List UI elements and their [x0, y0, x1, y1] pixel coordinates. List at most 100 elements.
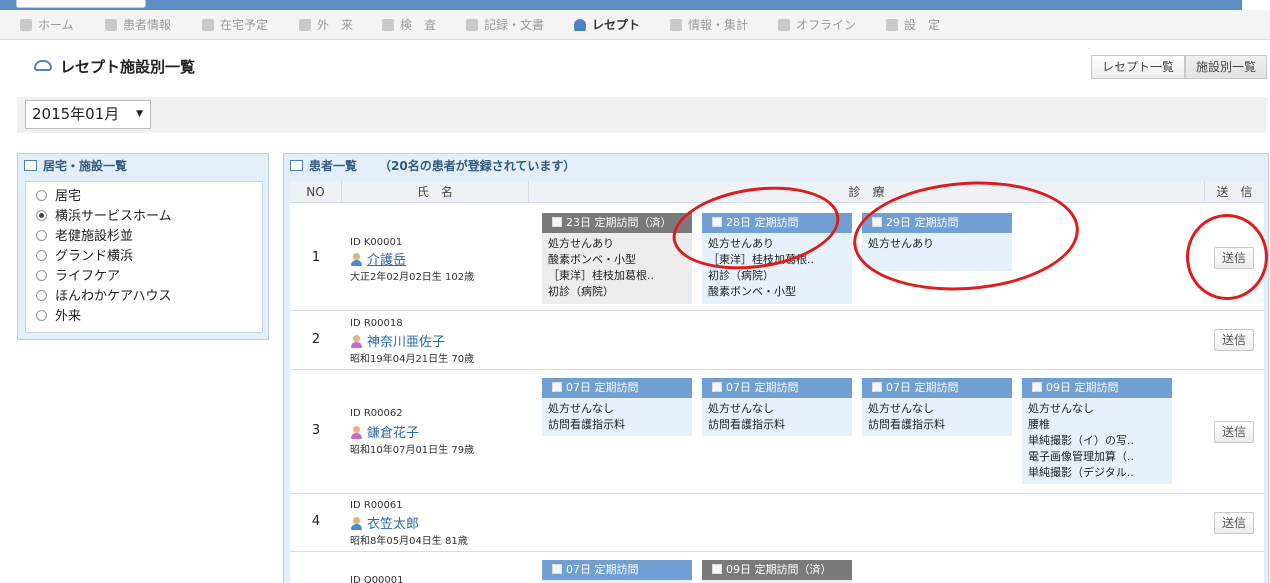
- patient-dob: 昭和10年07月01日生 79歳: [350, 445, 475, 456]
- radio-button[interactable]: [36, 190, 47, 201]
- top-right-box[interactable]: [1242, 0, 1270, 10]
- visit-card-header: 07日 定期訪問: [862, 378, 1012, 398]
- radio-button[interactable]: [36, 270, 47, 281]
- radio-button[interactable]: [36, 230, 47, 241]
- checkbox[interactable]: [552, 382, 562, 392]
- checkbox[interactable]: [552, 217, 562, 227]
- patient-icon: [105, 19, 117, 31]
- nav-patient-info[interactable]: 患者情報: [105, 10, 171, 40]
- visit-card[interactable]: 09日 定期訪問（済）: [702, 560, 852, 583]
- test-icon: [382, 19, 394, 31]
- send-button[interactable]: 送信: [1214, 421, 1254, 443]
- nav-home-schedule[interactable]: 在宅予定: [202, 10, 268, 40]
- facility-item[interactable]: 外来: [26, 307, 262, 327]
- nav-offline[interactable]: オフライン: [778, 10, 856, 40]
- visit-card[interactable]: 23日 定期訪問（済） 処方せんあり 酸素ボンベ・小型 ［東洋］桂枝加葛根.. …: [542, 213, 692, 304]
- send-button[interactable]: 送信: [1214, 329, 1254, 351]
- checkbox[interactable]: [712, 382, 722, 392]
- nav-settings[interactable]: 設 定: [886, 10, 940, 40]
- checkbox[interactable]: [1032, 382, 1042, 392]
- patient-avatar-icon: [350, 426, 363, 439]
- facility-item[interactable]: 横浜サービスホーム: [26, 207, 262, 227]
- caret-down-icon: ▼: [136, 109, 143, 119]
- patient-avatar-icon: [350, 335, 363, 348]
- table-row: ID Q00001 07日 定期訪問 09日 定期訪問（済）: [290, 553, 1264, 583]
- list-icon: [24, 160, 37, 171]
- nav-test[interactable]: 検 査: [382, 10, 436, 40]
- table-row: 3 ID R00062 鎌倉花子 昭和10年07月01日生 79歳 07日 定期…: [290, 371, 1264, 494]
- facility-item[interactable]: グランド横浜: [26, 247, 262, 267]
- offline-icon: [778, 19, 790, 31]
- home-icon: [20, 19, 32, 31]
- patient-name-link[interactable]: 神奈川亜佐子: [350, 331, 445, 350]
- checkbox[interactable]: [712, 564, 722, 574]
- list-icon: [290, 160, 303, 171]
- receipt-icon: [574, 19, 586, 31]
- receipt-list-button[interactable]: レセプト一覧: [1090, 55, 1185, 79]
- visit-card[interactable]: 07日 定期訪問 処方せんなし 訪問看護指示料: [862, 378, 1012, 436]
- annotation-circle: [1186, 214, 1268, 300]
- visit-card-header: 09日 定期訪問（済）: [702, 560, 852, 580]
- facility-list-button[interactable]: 施設別一覧: [1184, 55, 1267, 79]
- patient-name-link[interactable]: 介護岳: [350, 249, 406, 268]
- visit-card-header: 07日 定期訪問: [542, 378, 692, 398]
- radio-button[interactable]: [36, 250, 47, 261]
- patient-id: ID Q00001: [350, 575, 404, 583]
- outpatient-icon: [299, 19, 311, 31]
- facility-panel: 居宅・施設一覧 居宅 横浜サービスホーム 老健施設杉並 グランド横浜 ライフケア…: [17, 153, 269, 340]
- nav-outpatient[interactable]: 外 来: [299, 10, 353, 40]
- facility-item[interactable]: 老健施設杉並: [26, 227, 262, 247]
- facility-item[interactable]: ライフケア: [26, 267, 262, 287]
- month-bar: 2015年01月 ▼: [17, 97, 1267, 133]
- visit-card-body: 処方せんなし 訪問看護指示料: [548, 402, 625, 431]
- main-nav: ホーム 患者情報 在宅予定 外 来 検 査 記録・文書 レセプト 情報・集計 オ…: [0, 10, 1270, 40]
- visit-card-header: 23日 定期訪問（済）: [542, 213, 692, 233]
- patient-dob: 大正2年02月02日生 102歳: [350, 272, 475, 283]
- patient-id: ID R00061: [350, 500, 403, 511]
- visit-card[interactable]: 07日 定期訪問: [542, 560, 692, 583]
- monitor-icon: [670, 19, 682, 31]
- visit-card[interactable]: 09日 定期訪問 処方せんなし 腰椎 単純撮影（イ）の写.. 電子画像管理加算（…: [1022, 378, 1172, 484]
- patient-name-link[interactable]: 衣笠太郎: [350, 513, 419, 532]
- checkbox[interactable]: [872, 382, 882, 392]
- visit-card[interactable]: 07日 定期訪問 処方せんなし 訪問看護指示料: [702, 378, 852, 436]
- row-no: 3: [311, 423, 321, 438]
- row-no: 1: [311, 250, 321, 265]
- patient-panel-header: 患者一覧 （20名の患者が登録されています）: [284, 154, 1268, 180]
- settings-icon: [886, 19, 898, 31]
- facility-panel-header: 居宅・施設一覧: [18, 154, 268, 180]
- clock-icon: [202, 19, 214, 31]
- top-search-box[interactable]: [16, 0, 146, 8]
- nav-records[interactable]: 記録・文書: [466, 10, 544, 40]
- facility-list: 居宅 横浜サービスホーム 老健施設杉並 グランド横浜 ライフケア ほんわかケアハ…: [25, 181, 263, 333]
- month-select[interactable]: 2015年01月 ▼: [25, 100, 151, 129]
- patient-dob: 昭和8年05月04日生 81歳: [350, 536, 468, 547]
- visit-card-header: 07日 定期訪問: [702, 378, 852, 398]
- row-no: 2: [311, 332, 321, 347]
- patient-id: ID R00062: [350, 408, 403, 419]
- visit-card-header: 09日 定期訪問: [1022, 378, 1172, 398]
- nav-home[interactable]: ホーム: [20, 10, 74, 40]
- col-treatment: 診 療: [529, 181, 1205, 203]
- visit-card-body: 処方せんあり 酸素ボンベ・小型 ［東洋］桂枝加葛根.. 初診（病院）: [548, 237, 654, 298]
- checkbox[interactable]: [552, 564, 562, 574]
- facility-item[interactable]: 居宅: [26, 187, 262, 207]
- radio-button[interactable]: [36, 290, 47, 301]
- row-no: 4: [311, 514, 321, 529]
- send-button[interactable]: 送信: [1214, 512, 1254, 534]
- facility-item[interactable]: ほんわかケアハウス: [26, 287, 262, 307]
- page-title: レセプト施設別一覧: [34, 56, 195, 77]
- radio-button[interactable]: [36, 310, 47, 321]
- patient-name-link[interactable]: 鎌倉花子: [350, 422, 419, 441]
- document-icon: [466, 19, 478, 31]
- patient-avatar-icon: [350, 253, 363, 266]
- table-row: 4 ID R00061 衣笠太郎 昭和8年05月04日生 81歳 送信: [290, 495, 1264, 552]
- top-header-bar: [0, 0, 1270, 10]
- nav-info-stats[interactable]: 情報・集計: [670, 10, 748, 40]
- col-no: NO: [290, 181, 342, 203]
- visit-card[interactable]: 07日 定期訪問 処方せんなし 訪問看護指示料: [542, 378, 692, 436]
- visit-card-body: 処方せんなし 腰椎 単純撮影（イ）の写.. 電子画像管理加算（.. 単純撮影（デ…: [1028, 402, 1134, 479]
- col-name: 氏 名: [342, 181, 529, 203]
- nav-receipt[interactable]: レセプト: [574, 10, 640, 40]
- radio-button[interactable]: [36, 210, 47, 221]
